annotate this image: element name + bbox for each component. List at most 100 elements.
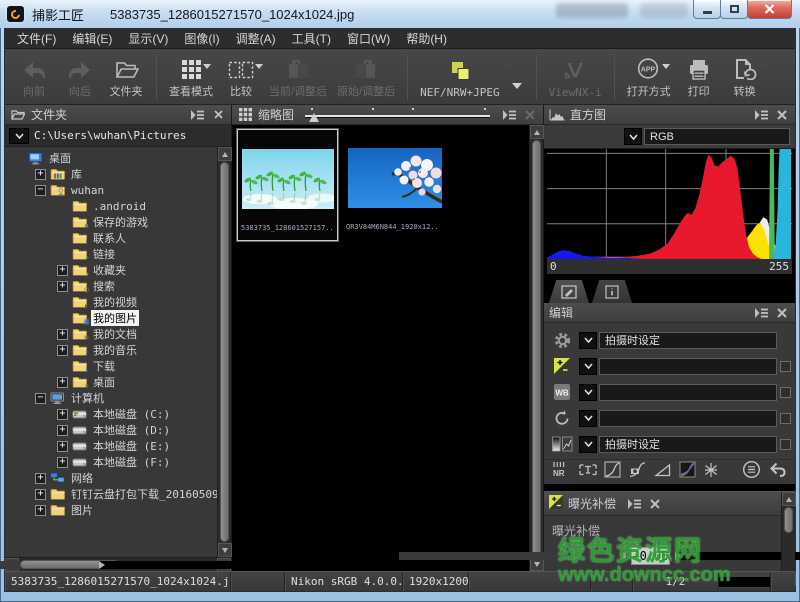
panel-close-button[interactable] [774,306,790,320]
folder-tree-vscrollbar[interactable] [217,147,231,557]
channel-select[interactable]: RGB [644,128,790,145]
combo-value[interactable]: 拍摄时设定 [599,436,777,453]
tree-item-3[interactable]: .android [5,198,217,214]
scroll-up-button[interactable] [530,125,544,139]
tree-item-13[interactable]: ↓下载 [5,358,217,374]
tree-expander[interactable]: + [35,489,46,500]
combo-dropdown-button[interactable] [579,410,597,427]
tree-item-15[interactable]: − 计算机 [5,390,217,406]
shape-tool-button[interactable] [654,462,672,483]
color-curve-tool-button[interactable] [679,461,696,483]
tree-item-6[interactable]: ↗链接 [5,246,217,262]
panel-menu-button[interactable] [753,306,769,320]
combo-value[interactable] [599,410,777,427]
tree-item-19[interactable]: +本地磁盘 (F:) [5,454,217,470]
tree-item-label[interactable]: 图片 [69,502,95,518]
toolbar-grid-button[interactable]: 查看模式 [164,51,218,103]
exposure-value[interactable]: +0.00 [631,547,669,565]
apply-checkbox[interactable] [780,361,791,372]
scroll-up-button[interactable] [218,147,232,161]
panel-menu-button[interactable] [753,108,769,122]
edit-row-combo[interactable] [579,384,777,401]
folder-tree-hscrollbar[interactable] [5,557,231,571]
tree-item-label[interactable]: 搜索 [91,278,117,294]
scroll-right-button[interactable] [217,558,231,572]
apply-checkbox[interactable] [780,439,791,450]
toolbar-current-adjusted-button[interactable]: 当前/调整后 [264,51,332,103]
history-button[interactable] [742,460,761,484]
tree-expander[interactable]: + [57,345,68,356]
channel-dropdown-button[interactable] [624,128,642,145]
edit-row-combo[interactable]: 拍摄时设定 [579,332,777,349]
tree-item-2[interactable]: −wuhan [5,182,217,198]
scroll-down-button[interactable] [218,543,232,557]
tree-item-0[interactable]: 桌面 [5,150,217,166]
thumbnails-vscrollbar[interactable] [529,125,543,571]
tree-item-16[interactable]: +本地磁盘 (C:) [5,406,217,422]
toolbar-folder-open-button[interactable]: 文件夹 [103,51,149,103]
tree-item-label[interactable]: 我的视频 [91,294,139,310]
tree-item-label[interactable]: 本地磁盘 (E:) [91,438,172,454]
menu-item-1[interactable]: 编辑(E) [64,28,120,49]
panel-menu-button[interactable] [189,108,205,122]
tree-expander[interactable]: + [57,265,68,276]
thumbnail-art[interactable] [348,148,440,208]
camera-curve-tool-button[interactable] [628,461,647,483]
toolbar-printer-button[interactable]: 打印 [676,51,722,103]
app-icon[interactable] [7,6,24,22]
tree-item-label[interactable]: 我的音乐 [91,342,139,358]
maximize-button[interactable] [720,0,748,19]
combo-value[interactable]: 拍摄时设定 [599,332,777,349]
menu-item-7[interactable]: 帮助(H) [398,28,455,49]
tree-item-4[interactable]: ▪保存的游戏 [5,214,217,230]
tree-item-label[interactable]: 保存的游戏 [91,214,150,230]
combo-dropdown-button[interactable] [579,332,597,349]
panel-menu-button[interactable] [501,108,517,122]
toolbar-arrow-right-button[interactable]: 向后 [57,51,103,103]
tree-expander[interactable]: + [35,505,46,516]
toolbar-arrow-left-button[interactable]: 向前 [11,51,57,103]
apply-checkbox[interactable] [780,387,791,398]
tree-item-label[interactable]: 网络 [69,470,95,486]
tree-item-label[interactable]: 桌面 [91,374,117,390]
tree-expander[interactable]: + [57,441,68,452]
panel-menu-button[interactable] [626,497,642,511]
tree-item-11[interactable]: +≡我的文档 [5,326,217,342]
menu-item-5[interactable]: 工具(T) [284,28,339,49]
menu-item-0[interactable]: 文件(F) [9,28,64,49]
menu-item-3[interactable]: 图像(I) [176,28,227,49]
tree-item-label[interactable]: 链接 [91,246,117,262]
menu-item-4[interactable]: 调整(A) [228,28,284,49]
tree-item-10[interactable]: ▦我的图片 [5,310,217,326]
thumbnail-cell-1[interactable]: QR3V84M6N844_1920x12... [343,129,444,239]
tree-item-label[interactable]: 计算机 [69,390,106,406]
tree-item-label[interactable]: 我的文档 [91,326,139,342]
toolbar-original-adjusted-button[interactable]: 原始/调整后 [332,51,400,103]
tree-item-9[interactable]: ▸我的视频 [5,294,217,310]
folder-path-combo[interactable]: C:\Users\wuhan\Pictures [5,125,231,147]
scroll-up-button[interactable] [782,492,796,506]
edit-row-combo[interactable] [579,358,777,375]
panel-close-button[interactable] [774,108,790,122]
edit-row-combo[interactable]: 拍摄时设定 [579,436,777,453]
tree-item-17[interactable]: +本地磁盘 (D:) [5,422,217,438]
tree-expander[interactable]: − [35,393,46,404]
tree-expander[interactable]: + [57,329,68,340]
tree-item-22[interactable]: + 图片 [5,502,217,518]
tree-item-label[interactable]: .android [91,200,148,213]
tree-expander[interactable]: + [35,169,46,180]
thumbnail-art[interactable] [242,149,334,209]
tree-item-5[interactable]: ·联系人 [5,230,217,246]
minimize-button[interactable] [693,0,721,19]
menu-item-6[interactable]: 窗口(W) [339,28,398,49]
combo-dropdown-button[interactable] [579,358,597,375]
menu-item-2[interactable]: 显示(V) [120,28,176,49]
toolbar-convert-button[interactable]: 转换 [722,51,768,103]
tree-item-1[interactable]: +库 [5,166,217,182]
combo-value[interactable] [599,358,777,375]
scroll-left-button[interactable] [5,558,19,572]
retouch-sparkle-tool-button[interactable] [703,462,719,483]
levels-curve-tool-button[interactable] [604,461,621,483]
toolbar-compare-button[interactable]: 比较 [218,51,264,103]
undo-button[interactable] [768,461,787,483]
